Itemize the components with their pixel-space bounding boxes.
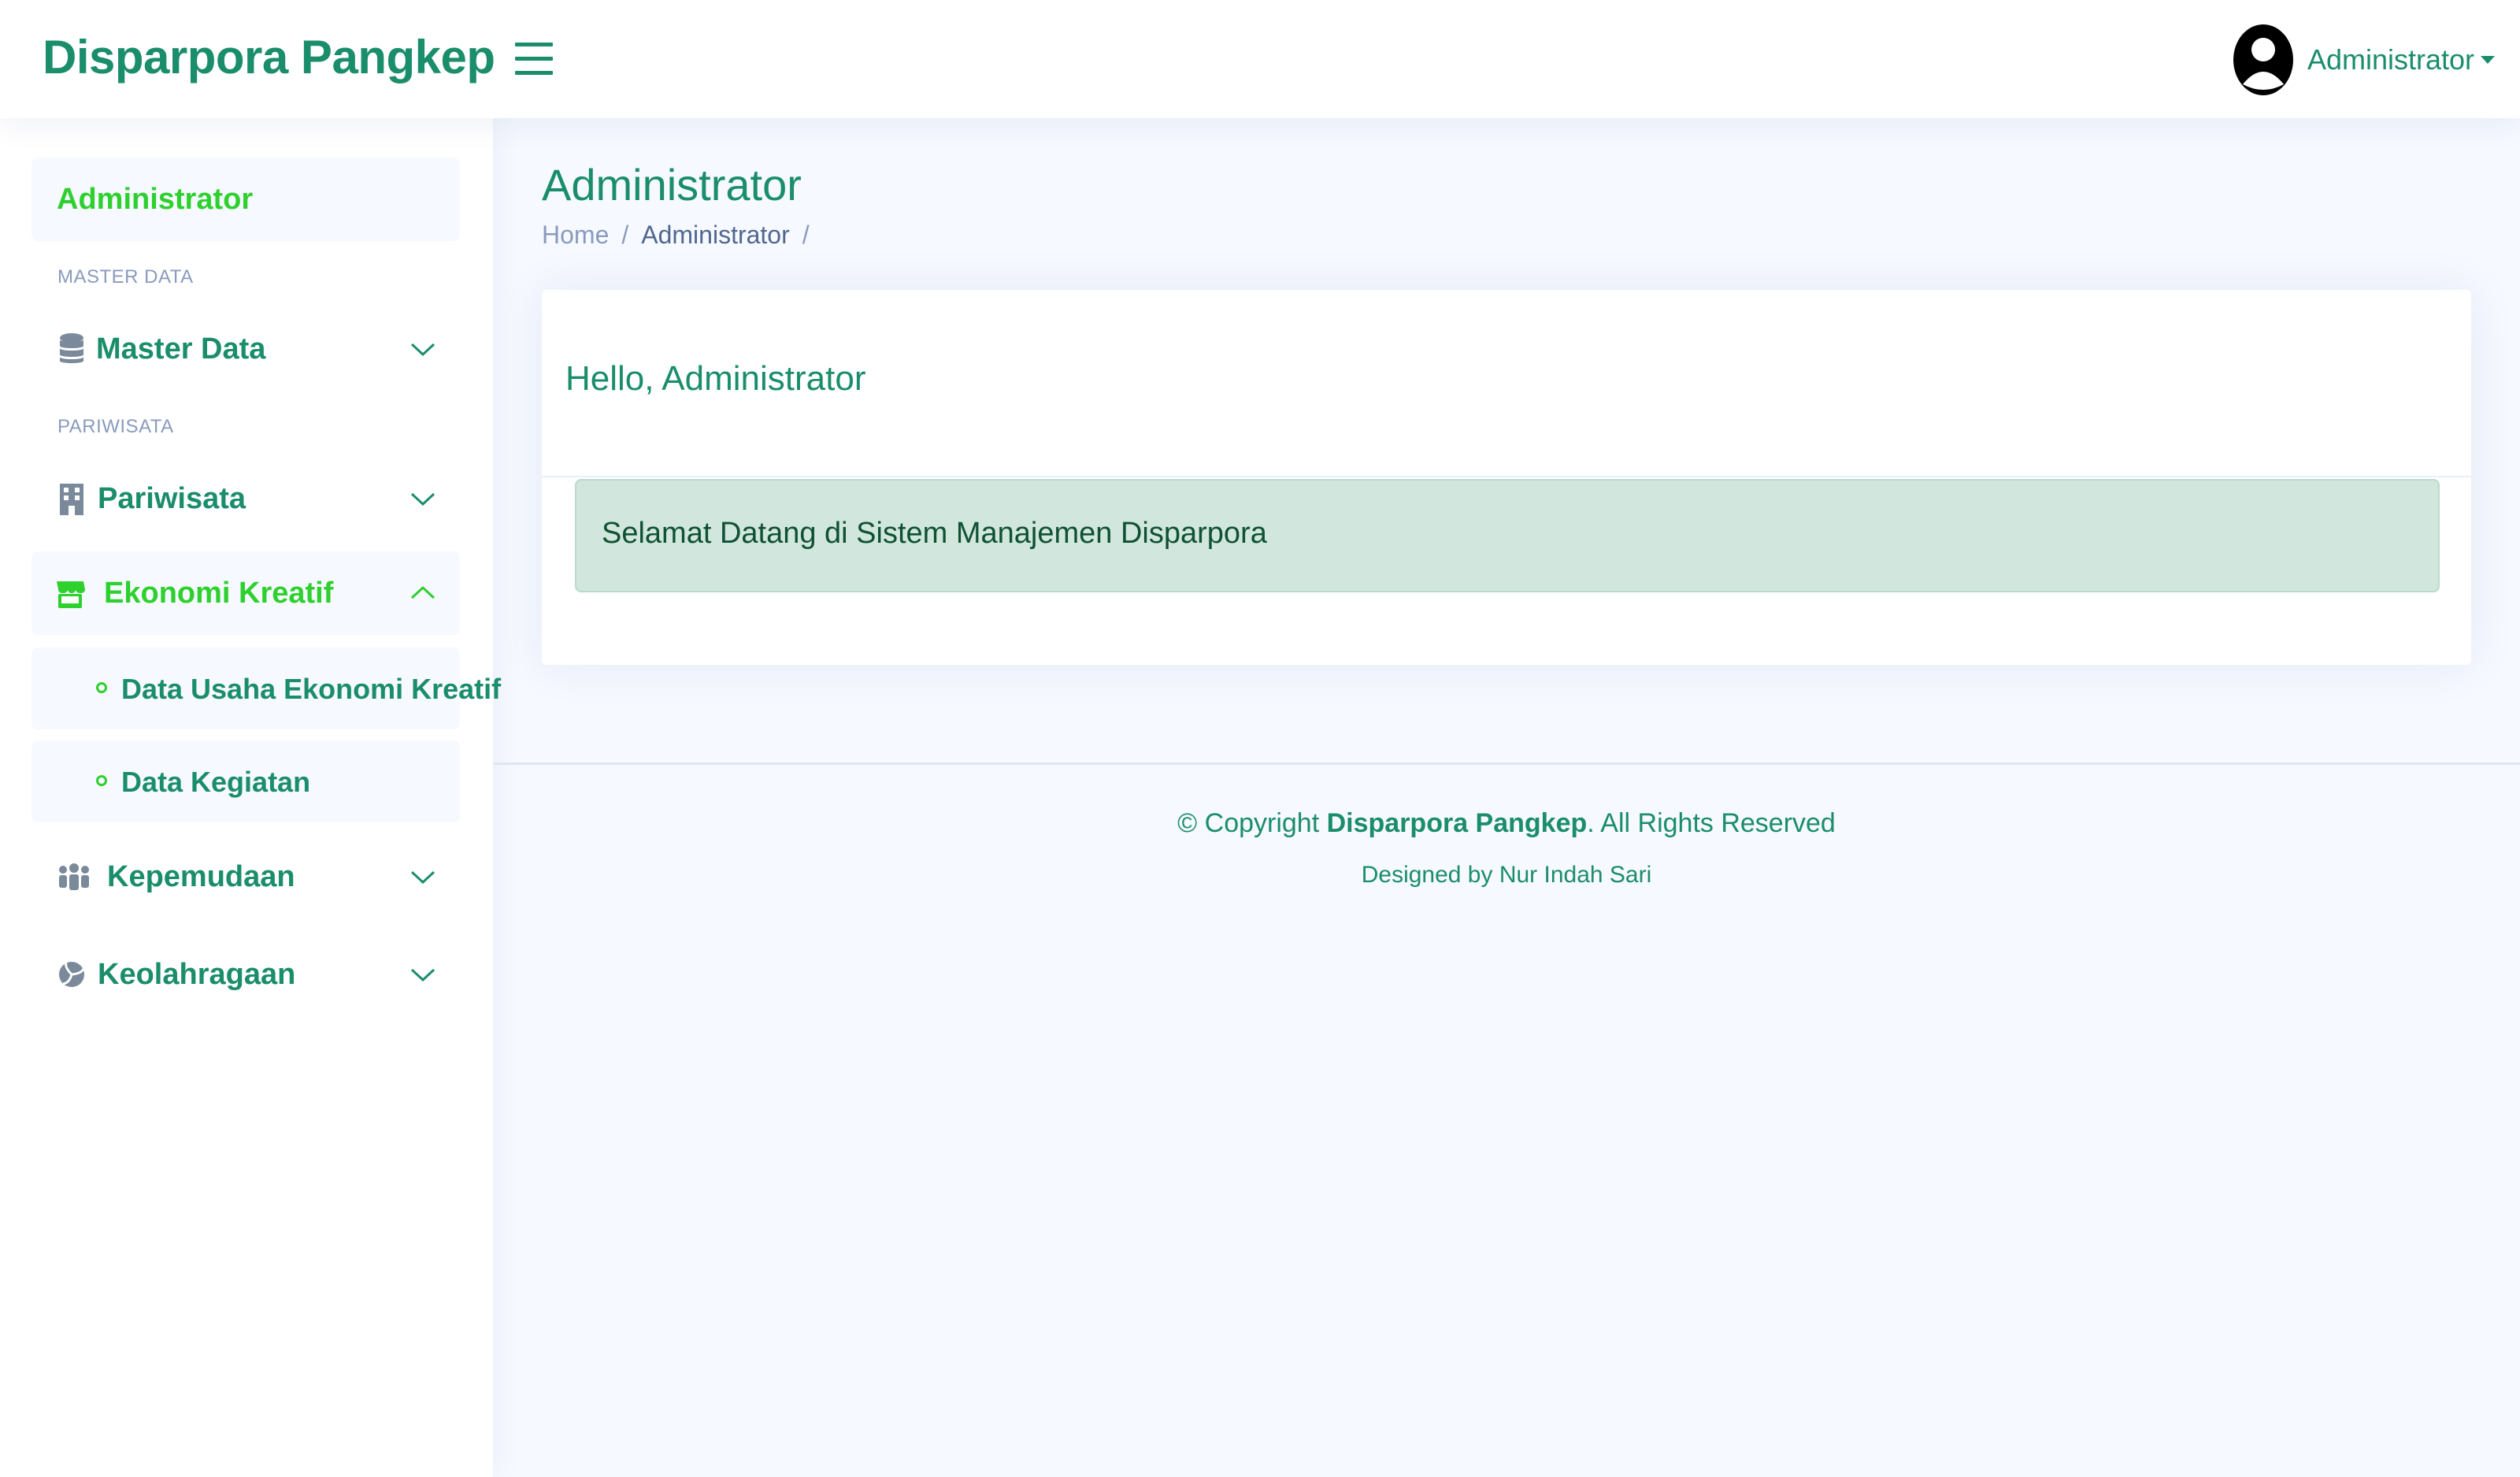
chevron-up-icon — [410, 585, 435, 599]
sidebar-heading-pariwisata: PARIWISATA — [57, 416, 174, 437]
profile-name: Administrator — [2307, 43, 2474, 76]
hamburger-icon-line — [515, 71, 553, 75]
breadcrumb-separator: / — [802, 221, 810, 249]
sidebar-item-label: Pariwisata — [98, 482, 246, 515]
welcome-card: Hello, Administrator Selamat Datang di S… — [542, 290, 2471, 665]
copyright-brand: Disparpora Pangkep — [1326, 808, 1588, 838]
sidebar-item-keolahragaan[interactable]: Keolahragaan — [32, 933, 460, 1016]
sidebar-subitem-label: Data Usaha Ekonomi Kreatif — [121, 673, 502, 705]
app-logo[interactable]: Disparpora Pangkep — [43, 30, 495, 84]
caret-down-icon — [2481, 56, 2495, 64]
welcome-alert: Selamat Datang di Sistem Manajemen Dispa… — [575, 479, 2440, 592]
sidebar-item-label: Master Data — [96, 332, 266, 366]
top-header: Disparpora Pangkep Administrator — [0, 0, 2520, 118]
sidebar-item-master-data[interactable]: Master Data — [32, 307, 460, 391]
sidebar-item-label: Kepemudaan — [107, 860, 295, 893]
sidebar-item-ekonomi-kreatif[interactable]: Ekonomi Kreatif — [32, 551, 460, 635]
footer-divider — [493, 763, 2520, 765]
sidebar-item-administrator[interactable]: Administrator — [32, 158, 460, 241]
breadcrumb-current: Administrator — [641, 221, 790, 249]
main-content: Administrator Home / Administrator / Hel… — [493, 118, 2520, 1477]
shop-icon — [57, 581, 85, 608]
circle-bullet-icon — [96, 682, 107, 693]
database-icon — [60, 333, 83, 363]
chevron-down-icon — [410, 343, 435, 357]
sidebar-item-label: Keolahragaan — [98, 958, 296, 991]
volleyball-icon — [59, 962, 85, 987]
breadcrumb-separator: / — [621, 221, 629, 249]
building-icon — [60, 484, 83, 515]
chevron-down-icon — [410, 968, 435, 982]
page-title: Administrator — [542, 160, 802, 210]
user-avatar-icon — [2233, 24, 2293, 95]
breadcrumb-home-link[interactable]: Home — [542, 221, 609, 250]
hamburger-icon-line — [515, 43, 553, 46]
sidebar-heading-master-data: MASTER DATA — [57, 266, 194, 288]
footer-copyright: © Copyright Disparpora Pangkep. All Righ… — [493, 808, 2520, 839]
sidebar-subitem-data-usaha[interactable]: Data Usaha Ekonomi Kreatif — [32, 648, 501, 729]
breadcrumb: Home / Administrator / — [542, 221, 822, 250]
copyright-prefix: © Copyright — [1177, 808, 1327, 838]
sidebar-item-label: Administrator — [57, 183, 254, 216]
profile-dropdown[interactable]: Administrator — [2232, 22, 2495, 98]
sidebar-toggle-button[interactable] — [513, 36, 554, 82]
sidebar-item-kepemudaan[interactable]: Kepemudaan — [32, 835, 460, 918]
sidebar: Administrator MASTER DATA Master Data PA… — [0, 118, 501, 1477]
footer-credit: Designed by Nur Indah Sari — [1361, 862, 1652, 888]
sidebar-subitem-data-kegiatan[interactable]: Data Kegiatan — [32, 740, 460, 822]
chevron-down-icon — [410, 492, 435, 507]
card-divider — [542, 476, 2471, 477]
sidebar-subitem-label: Data Kegiatan — [121, 766, 311, 798]
circle-bullet-icon — [96, 775, 107, 786]
sidebar-item-pariwisata[interactable]: Pariwisata — [32, 457, 460, 540]
card-title: Hello, Administrator — [565, 359, 866, 398]
hamburger-icon-line — [515, 57, 553, 61]
people-icon — [59, 863, 89, 890]
alert-text: Selamat Datang di Sistem Manajemen Dispa… — [602, 517, 1267, 550]
copyright-suffix: . All Rights Reserved — [1587, 808, 1836, 838]
sidebar-item-label: Ekonomi Kreatif — [104, 577, 334, 610]
chevron-down-icon — [410, 870, 435, 885]
